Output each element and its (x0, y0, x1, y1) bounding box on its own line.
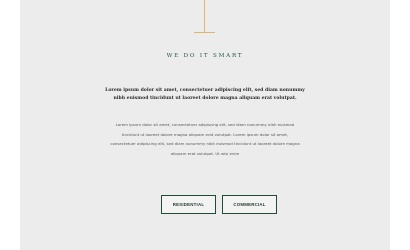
decorative-horizontal-line (194, 32, 215, 33)
decorative-vertical-line (204, 0, 205, 33)
lead-paragraph: Lorem ipsum dolor sit amet, consectetuer… (105, 88, 305, 101)
body-paragraph: Lorem ipsum dolor sit amet, consectetuer… (110, 122, 300, 156)
commercial-button[interactable]: COMMERCIAL (222, 195, 277, 214)
section-heading: WE DO IT SMART (166, 53, 244, 59)
residential-button[interactable]: RESIDENTIAL (161, 195, 216, 214)
